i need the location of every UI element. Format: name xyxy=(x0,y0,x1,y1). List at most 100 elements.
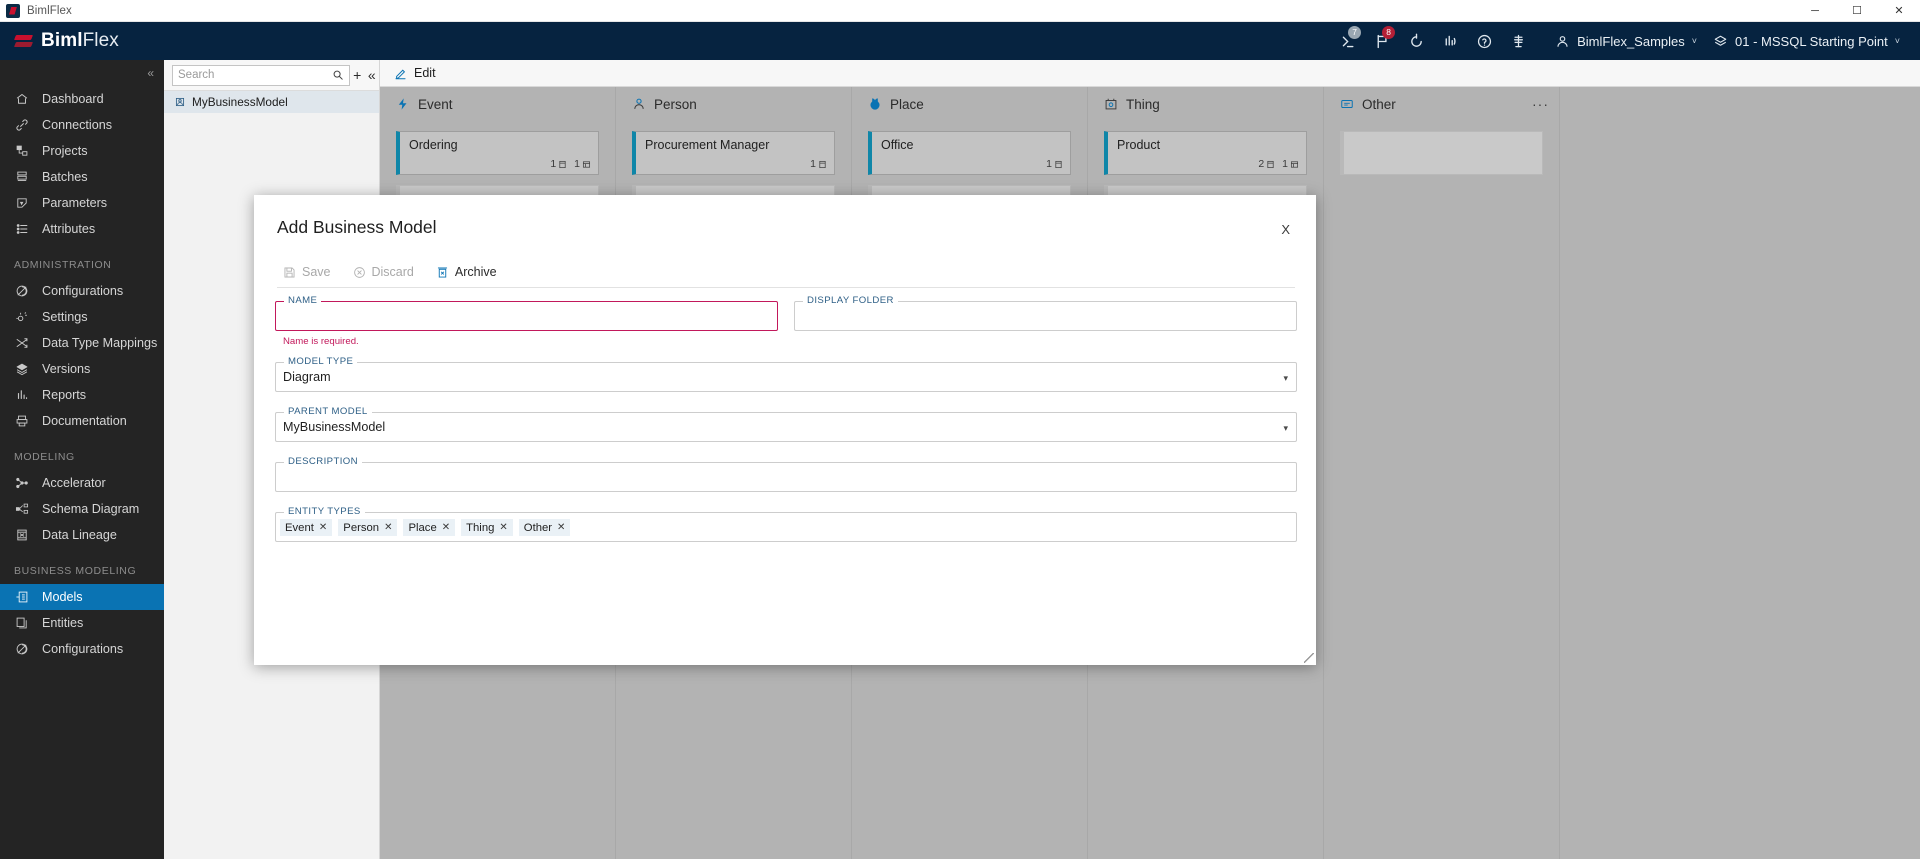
configurations-icon xyxy=(14,284,29,299)
minimize-button[interactable]: ─ xyxy=(1794,0,1836,22)
sidebar-item-projects[interactable]: Projects xyxy=(0,138,164,164)
add-business-model-dialog: Add Business Model X Save Discard Archiv… xyxy=(254,195,1316,665)
sidebar-item-batches[interactable]: Batches xyxy=(0,164,164,190)
environment-menu[interactable]: 01 - MSSQL Starting Point ˅ xyxy=(1705,22,1908,60)
user-menu[interactable]: BimlFlex_Samples ˅ xyxy=(1547,22,1705,60)
chip-label: Thing xyxy=(466,522,494,534)
sidebar-item-schema-diagram[interactable]: Schema Diagram xyxy=(0,496,164,522)
chip-remove-icon[interactable]: ✕ xyxy=(384,522,392,533)
save-label: Save xyxy=(302,265,331,279)
sidebar-item-documentation[interactable]: Documentation xyxy=(0,408,164,434)
card-metric: 1 xyxy=(810,158,827,170)
sidebar-item-label: Accelerator xyxy=(42,476,106,490)
refresh-icon[interactable] xyxy=(1399,22,1433,60)
sidebar-item-accelerator[interactable]: Accelerator xyxy=(0,470,164,496)
parent-model-field[interactable]: PARENT MODEL MyBusinessModel ▾ xyxy=(275,412,1297,442)
chip-place[interactable]: Place ✕ xyxy=(403,519,455,536)
metrics-icon[interactable] xyxy=(1433,22,1467,60)
search-icon xyxy=(332,69,344,81)
name-label: NAME xyxy=(284,295,321,306)
chip-remove-icon[interactable]: ✕ xyxy=(442,522,450,533)
name-field[interactable]: NAME xyxy=(275,301,778,331)
chip-person[interactable]: Person ✕ xyxy=(338,519,397,536)
flag-badge: 8 xyxy=(1382,26,1395,39)
dialog-title: Add Business Model xyxy=(277,217,437,238)
board-card[interactable]: Office 1 xyxy=(868,131,1071,175)
board-card[interactable]: Ordering 1 1 xyxy=(396,131,599,175)
model-type-field[interactable]: MODEL TYPE Diagram ▾ xyxy=(275,362,1297,392)
description-label: DESCRIPTION xyxy=(284,456,362,467)
close-dialog-button[interactable]: X xyxy=(1281,222,1290,237)
sidebar-item-attributes[interactable]: Attributes xyxy=(0,216,164,242)
sidebar-item-label: Batches xyxy=(42,170,88,184)
sidebar-item-data-type-mappings[interactable]: Data Type Mappings xyxy=(0,330,164,356)
help-icon[interactable] xyxy=(1467,22,1501,60)
parent-model-value: MyBusinessModel xyxy=(283,420,385,434)
sidebar-item-dashboard[interactable]: Dashboard xyxy=(0,86,164,112)
database-icon[interactable] xyxy=(1501,22,1535,60)
save-button[interactable]: Save xyxy=(277,263,341,281)
home-icon xyxy=(14,92,29,107)
discard-button[interactable]: Discard xyxy=(347,263,424,281)
card-title: Product xyxy=(1117,138,1298,152)
sidebar-item-models[interactable]: Models xyxy=(0,584,164,610)
list-item[interactable]: MyBusinessModel xyxy=(164,91,379,113)
board-card[interactable]: Procurement Manager 1 xyxy=(632,131,835,175)
model-icon xyxy=(174,96,186,108)
board-column-other: ··· Other xyxy=(1324,87,1560,859)
collapse-list-button[interactable]: « xyxy=(365,60,380,91)
chip-label: Person xyxy=(343,522,379,534)
sidebar-item-versions[interactable]: Versions xyxy=(0,356,164,382)
sidebar-section-business-modeling: BUSINESS MODELING xyxy=(0,548,164,584)
list-item-label: MyBusinessModel xyxy=(192,95,288,109)
archive-label: Archive xyxy=(455,265,497,279)
sidebar-item-connections[interactable]: Connections xyxy=(0,112,164,138)
dialog-resize-handle[interactable] xyxy=(1304,653,1314,663)
sidebar-item-entities[interactable]: Entities xyxy=(0,610,164,636)
save-icon xyxy=(283,266,296,279)
sidebar-item-parameters[interactable]: Parameters xyxy=(0,190,164,216)
column-title: Place xyxy=(890,97,924,112)
mappings-icon xyxy=(14,336,29,351)
board-card-placeholder[interactable] xyxy=(1340,131,1543,175)
close-button[interactable]: ✕ xyxy=(1878,0,1920,22)
brand[interactable]: BimlFlex xyxy=(14,30,119,52)
card-title: Office xyxy=(881,138,1062,152)
chip-remove-icon[interactable]: ✕ xyxy=(319,522,327,533)
board-card[interactable]: Product 2 1 xyxy=(1104,131,1307,175)
user-menu-label: BimlFlex_Samples xyxy=(1577,34,1685,49)
chevron-down-icon[interactable]: ▾ xyxy=(1283,423,1288,434)
display-folder-field[interactable]: DISPLAY FOLDER xyxy=(794,301,1297,331)
chevron-down-icon: ˅ xyxy=(1895,36,1900,46)
chip-other[interactable]: Other ✕ xyxy=(519,519,571,536)
column-more-button[interactable]: ··· xyxy=(1532,96,1549,112)
console-badge: 7 xyxy=(1348,26,1361,39)
versions-icon xyxy=(14,362,29,377)
chip-thing[interactable]: Thing ✕ xyxy=(461,519,513,536)
sidebar-item-reports[interactable]: Reports xyxy=(0,382,164,408)
entities-icon xyxy=(14,616,29,631)
sidebar-collapse-button[interactable]: « xyxy=(0,60,164,86)
chevron-down-icon[interactable]: ▾ xyxy=(1283,373,1288,384)
chip-remove-icon[interactable]: ✕ xyxy=(499,522,507,533)
archive-icon xyxy=(436,266,449,279)
sidebar-item-configurations[interactable]: Configurations xyxy=(0,278,164,304)
entity-types-field[interactable]: ENTITY TYPES Event ✕ Person ✕ Place ✕ xyxy=(275,512,1297,542)
search-box[interactable] xyxy=(172,65,350,86)
console-icon[interactable]: 7 xyxy=(1331,22,1365,60)
archive-button[interactable]: Archive xyxy=(430,263,507,281)
add-model-button[interactable]: + xyxy=(350,60,365,91)
description-field[interactable]: DESCRIPTION xyxy=(275,462,1297,492)
sidebar-item-label: Data Lineage xyxy=(42,528,117,542)
sidebar-item-settings[interactable]: Settings xyxy=(0,304,164,330)
edit-button-label[interactable]: Edit xyxy=(414,66,436,80)
sidebar-item-label: Data Type Mappings xyxy=(42,336,157,350)
chip-event[interactable]: Event ✕ xyxy=(280,519,332,536)
maximize-button[interactable]: ☐ xyxy=(1836,0,1878,22)
sidebar: « Dashboard Connections Projects Batches… xyxy=(0,60,164,859)
search-input[interactable] xyxy=(178,69,332,81)
chip-remove-icon[interactable]: ✕ xyxy=(557,522,565,533)
sidebar-item-configurations-business[interactable]: Configurations xyxy=(0,636,164,662)
flag-icon[interactable]: 8 xyxy=(1365,22,1399,60)
sidebar-item-data-lineage[interactable]: Data Lineage xyxy=(0,522,164,548)
